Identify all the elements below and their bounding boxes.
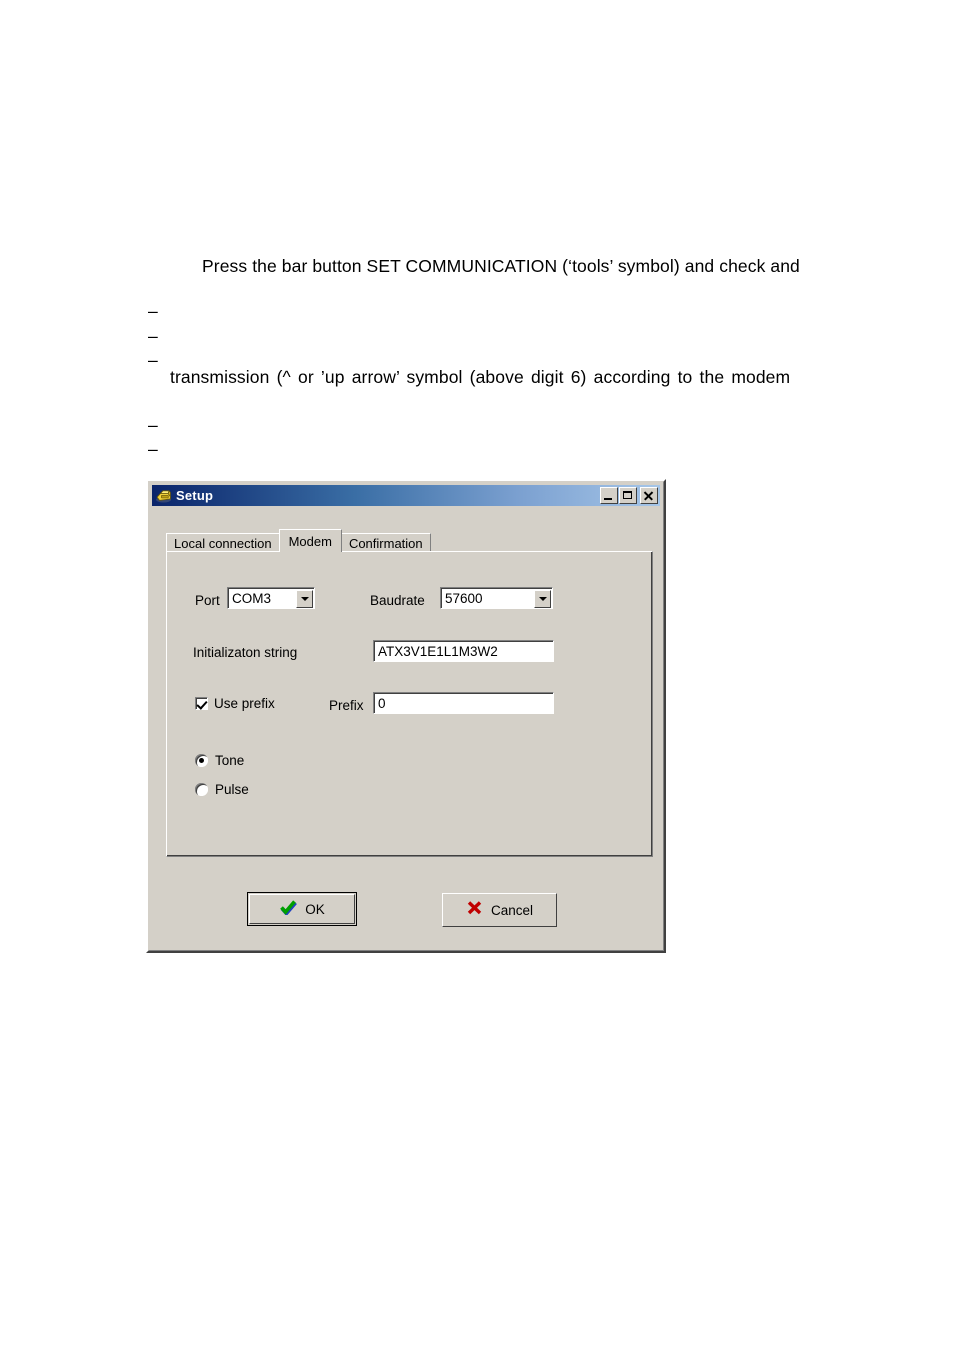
tone-label: Tone	[215, 753, 245, 768]
chevron-down-icon[interactable]	[296, 589, 313, 608]
port-label: Port	[195, 593, 220, 608]
bullet-dash: –	[148, 439, 158, 459]
tab-page-modem: Port COM3 Baudrate 57600 Initializaton s…	[166, 551, 653, 857]
baudrate-combobox[interactable]: 57600	[440, 587, 553, 609]
cancel-button[interactable]: Cancel	[442, 893, 557, 927]
paragraph-intro: Press the bar button SET COMMUNICATION (…	[202, 256, 800, 276]
port-combobox[interactable]: COM3	[227, 587, 315, 609]
window-controls	[599, 487, 658, 504]
bullet-dash: –	[148, 415, 158, 435]
use-prefix-checkbox[interactable]	[195, 697, 208, 710]
bullet-dash: –	[148, 326, 158, 346]
init-string-input[interactable]: ATX3V1E1L1M3W2	[373, 640, 554, 662]
prefix-value: 0	[378, 696, 386, 711]
tab-local-connection[interactable]: Local connection	[166, 533, 280, 552]
red-x-icon	[466, 900, 483, 921]
ok-button-label: OK	[305, 901, 325, 917]
window-inner-bevel: Setup Local connection Modem Confirmatio…	[148, 481, 664, 951]
init-string-label: Initializaton string	[193, 645, 298, 660]
maximize-icon[interactable]	[619, 487, 637, 504]
title-bar[interactable]: Setup	[152, 485, 660, 506]
window-title: Setup	[176, 488, 214, 503]
baudrate-label: Baudrate	[370, 593, 425, 608]
tab-page-bevel: Port COM3 Baudrate 57600 Initializaton s…	[167, 552, 652, 856]
baudrate-value: 57600	[445, 591, 483, 606]
use-prefix-label: Use prefix	[214, 696, 275, 711]
tab-label: Modem	[288, 533, 332, 549]
tab-modem[interactable]: Modem	[278, 529, 342, 552]
pulse-label: Pulse	[215, 782, 249, 797]
telephone-modem-icon	[155, 487, 172, 504]
setup-dialog-window: Setup Local connection Modem Confirmatio…	[146, 479, 666, 953]
use-prefix-checkbox-row[interactable]: Use prefix	[195, 696, 275, 711]
tone-radio[interactable]	[195, 754, 208, 767]
tab-confirmation[interactable]: Confirmation	[340, 533, 431, 552]
cancel-button-label: Cancel	[490, 902, 534, 918]
dial-mode-tone-row[interactable]: Tone	[195, 753, 244, 768]
ok-button[interactable]: OK	[247, 892, 357, 926]
chevron-down-icon[interactable]	[534, 589, 551, 608]
bullet-dash: –	[148, 301, 158, 321]
prefix-label: Prefix	[329, 698, 364, 713]
tab-label: Local connection	[174, 535, 272, 551]
dial-mode-pulse-row[interactable]: Pulse	[195, 782, 249, 797]
tab-strip: Local connection Modem Confirmation	[166, 529, 653, 552]
green-check-icon	[279, 899, 298, 920]
port-value: COM3	[232, 591, 272, 606]
paragraph-transmission: transmission (^ or ’up arrow’ symbol (ab…	[170, 367, 791, 387]
close-icon[interactable]	[640, 487, 658, 504]
document-page: Press the bar button SET COMMUNICATION (…	[0, 0, 954, 1350]
init-string-value: ATX3V1E1L1M3W2	[378, 644, 498, 659]
tab-label: Confirmation	[348, 535, 423, 551]
prefix-input[interactable]: 0	[373, 692, 554, 714]
pulse-radio[interactable]	[195, 783, 208, 796]
minimize-icon[interactable]	[600, 487, 618, 504]
